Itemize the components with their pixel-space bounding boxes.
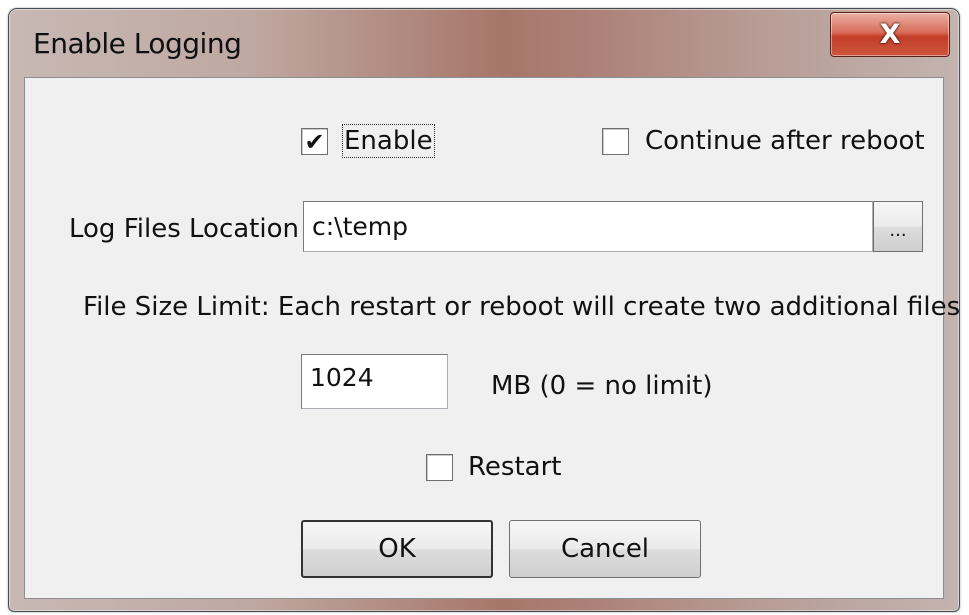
continue-after-reboot-checkbox[interactable] — [602, 128, 629, 155]
window-title: Enable Logging — [33, 27, 242, 60]
file-size-input[interactable]: 1024 — [301, 354, 448, 409]
restart-label[interactable]: Restart — [468, 452, 561, 482]
checkmark-icon: ✔ — [304, 127, 325, 156]
dialog-client-area: ✔ Enable Continue after reboot Log Files… — [24, 77, 959, 599]
restart-checkbox[interactable] — [426, 454, 453, 481]
continue-after-reboot-label[interactable]: Continue after reboot — [645, 126, 925, 156]
enable-checkbox[interactable]: ✔ — [301, 128, 328, 155]
enable-logging-dialog: Enable Logging X ✔ Enable Continue after… — [8, 8, 960, 612]
log-files-location-input[interactable]: c:\temp — [303, 201, 873, 252]
log-files-location-label: Log Files Location — [69, 214, 299, 244]
close-icon: X — [879, 19, 901, 50]
cancel-button[interactable]: Cancel — [509, 520, 701, 578]
browse-button[interactable]: ... — [873, 201, 923, 252]
file-size-limit-description: File Size Limit: Each restart or reboot … — [83, 292, 960, 322]
ok-button[interactable]: OK — [301, 520, 493, 578]
close-button[interactable]: X — [830, 12, 950, 57]
enable-label[interactable]: Enable — [342, 124, 435, 158]
file-size-unit-label: MB (0 = no limit) — [491, 371, 713, 401]
